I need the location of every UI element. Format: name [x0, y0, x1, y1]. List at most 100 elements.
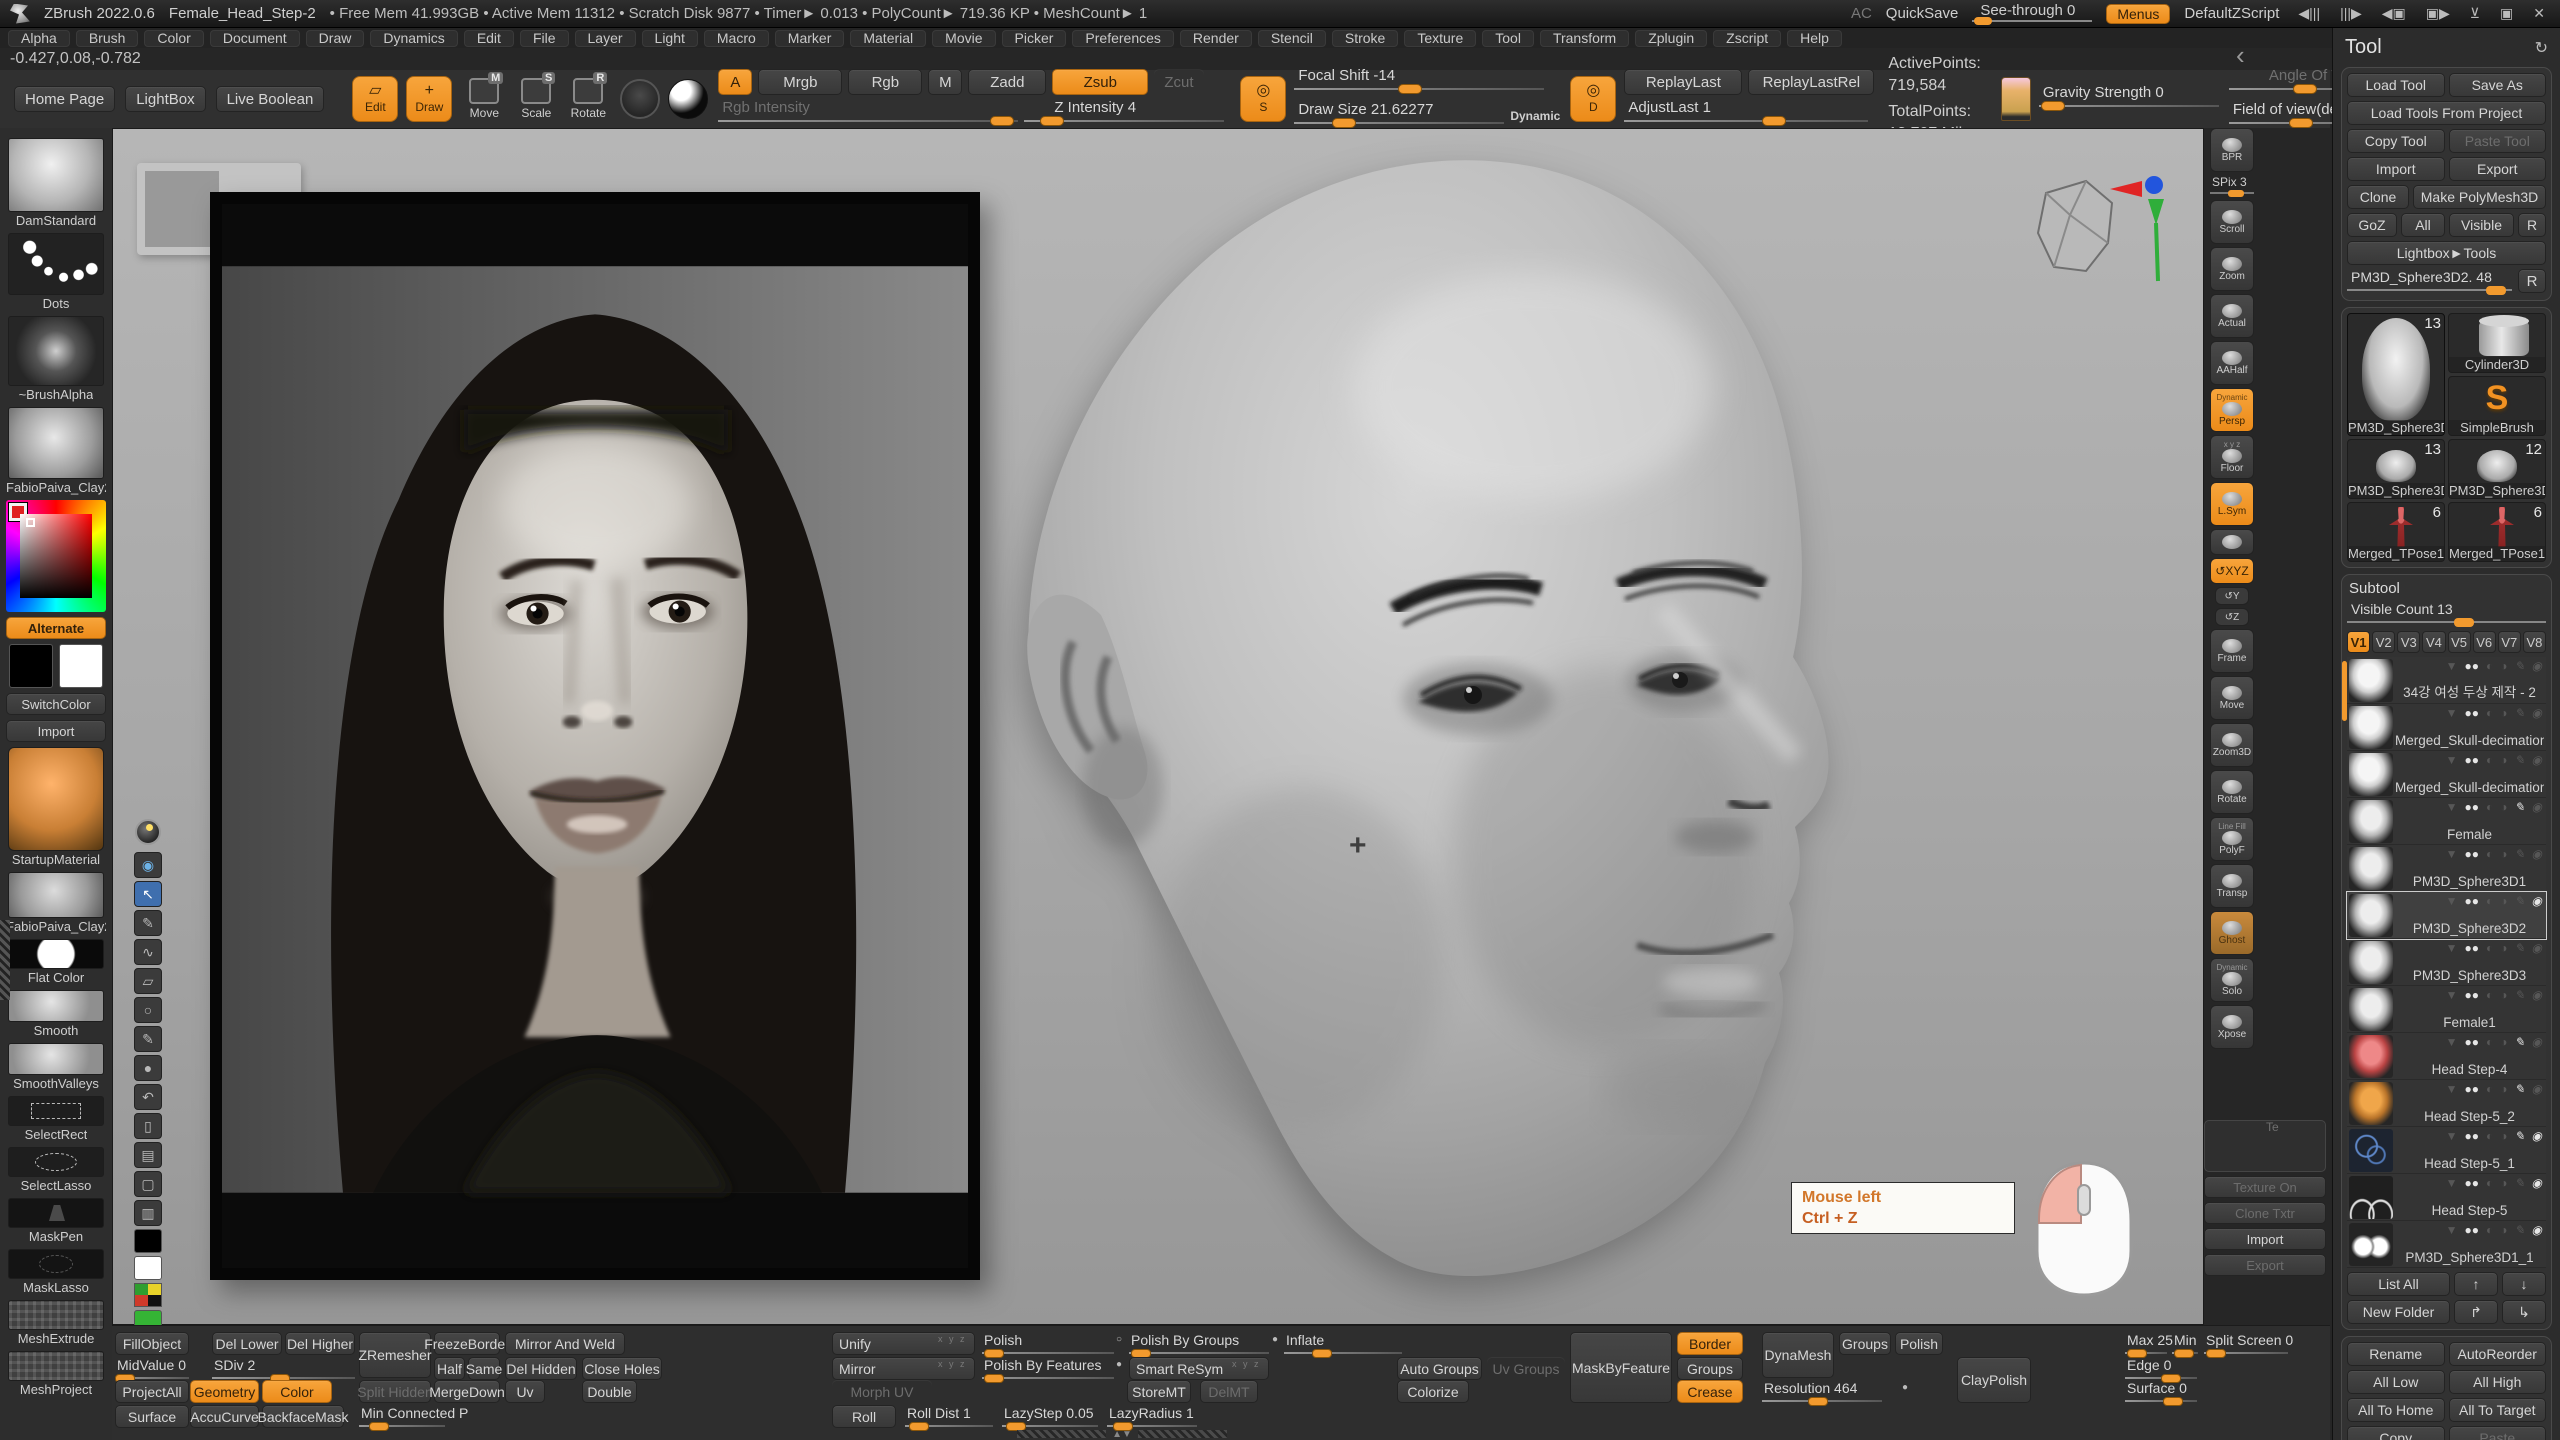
- float-tool-button[interactable]: ▤: [134, 1142, 162, 1168]
- menu-item[interactable]: Movie: [932, 30, 995, 47]
- subtool-row[interactable]: ▼ ●● ◐ ◑ ✎ ◉ Head Step-5: [2347, 1174, 2546, 1221]
- del-lower-button[interactable]: Del Lower: [212, 1332, 282, 1355]
- mini-palette[interactable]: [134, 1283, 162, 1307]
- edit-mode-button[interactable]: ▱Edit: [352, 76, 398, 122]
- stack-icon[interactable]: ▼: [2446, 1082, 2458, 1096]
- material-slot[interactable]: SelectRect: [6, 1096, 106, 1142]
- mirror-xyz-icons[interactable]: x y z: [938, 1359, 967, 1369]
- float-tool-button[interactable]: ↖: [134, 881, 162, 907]
- goz-r-button[interactable]: R: [2518, 213, 2546, 237]
- half-icon[interactable]: ◐: [2486, 659, 2493, 673]
- merge-down-button[interactable]: MergeDown: [434, 1380, 500, 1403]
- lazy-radius-slider[interactable]: LazyRadius 1: [1107, 1405, 1197, 1428]
- paste-tool-button[interactable]: Paste Tool: [2449, 129, 2547, 153]
- polypaint-icon[interactable]: ●●: [2464, 1082, 2479, 1096]
- layout-next-icon[interactable]: ▣▶: [2421, 5, 2455, 22]
- active-tool-slider[interactable]: PM3D_Sphere3D2. 48 R: [2347, 269, 2546, 295]
- rotate-y-button[interactable]: ↺Y: [2215, 587, 2249, 605]
- brush-toggle-icon[interactable]: ✎: [2514, 1176, 2524, 1190]
- subtool-row[interactable]: ▼ ●● ◐ ◑ ✎ ◉ PM3D_Sphere3D1: [2347, 845, 2546, 892]
- resolution-slider[interactable]: Resolution 464: [1762, 1380, 1882, 1403]
- half-button[interactable]: Half: [434, 1357, 465, 1380]
- crease-button[interactable]: Crease: [1677, 1380, 1743, 1403]
- project-all-button[interactable]: ProjectAll: [115, 1380, 189, 1403]
- copy-subtool-button[interactable]: Copy: [2347, 1426, 2445, 1440]
- brush-slot[interactable]: DamStandard: [6, 138, 106, 228]
- visible-count-slider[interactable]: Visible Count 13: [2347, 601, 2546, 627]
- subtool-row[interactable]: ▼ ●● ◐ ◑ ✎ ◉ Merged_Skull-decimation2: [2347, 704, 2546, 751]
- layout-prev-icon[interactable]: ◀▣: [2377, 5, 2411, 22]
- claypolish-button[interactable]: ClayPolish: [1957, 1357, 2031, 1403]
- texture-import-button[interactable]: Import: [2204, 1228, 2326, 1250]
- lightbox-tools-button[interactable]: Lightbox►Tools: [2347, 241, 2546, 265]
- shelf-scroll-strip[interactable]: ▲▼: [1017, 1429, 1227, 1439]
- min-slider[interactable]: Min: [2172, 1332, 2198, 1355]
- ghost-button[interactable]: Ghost: [2210, 911, 2254, 955]
- see-through-slider[interactable]: See-through 0: [1972, 4, 2092, 24]
- menu-item[interactable]: Layer: [575, 30, 636, 47]
- float-tool-button[interactable]: ▢: [134, 1171, 162, 1197]
- half2-icon[interactable]: ◑: [2500, 894, 2507, 908]
- version-tab[interactable]: V2: [2372, 631, 2395, 653]
- uv-groups-button[interactable]: Uv Groups: [1487, 1357, 1565, 1380]
- half-icon[interactable]: ◐: [2486, 847, 2493, 861]
- alternate-button[interactable]: Alternate: [6, 617, 106, 639]
- menu-item[interactable]: File: [520, 30, 569, 47]
- scroll-arrows-icon[interactable]: ▲▼: [1112, 1429, 1132, 1440]
- version-tab[interactable]: V1: [2347, 631, 2370, 653]
- bpr-button[interactable]: BPR: [2210, 128, 2254, 172]
- dock-right-icon[interactable]: |||▶: [2335, 5, 2367, 22]
- menu-item[interactable]: Picker: [1002, 30, 1067, 47]
- actual-button[interactable]: Actual: [2210, 294, 2254, 338]
- half-icon[interactable]: ◐: [2486, 1223, 2493, 1237]
- polypaint-icon[interactable]: ●●: [2464, 988, 2479, 1002]
- new-folder-button[interactable]: New Folder: [2347, 1300, 2450, 1324]
- clone-button[interactable]: Clone: [2347, 185, 2409, 209]
- menu-item[interactable]: Dynamics: [370, 30, 457, 47]
- brush-toggle-icon[interactable]: ✎: [2514, 659, 2524, 673]
- float-tool-button[interactable]: ↶: [134, 1084, 162, 1110]
- float-tool-button[interactable]: ▥: [134, 1200, 162, 1226]
- anchor-a-button[interactable]: A: [718, 69, 752, 95]
- half2-icon[interactable]: ◑: [2500, 847, 2507, 861]
- draw-mode-button[interactable]: +Draw: [406, 76, 452, 122]
- polypaint-icon[interactable]: ●●: [2464, 659, 2479, 673]
- groups-button[interactable]: Groups: [1677, 1357, 1743, 1380]
- del-hidden-button[interactable]: Del Hidden: [505, 1357, 577, 1380]
- import-color-button[interactable]: Import: [6, 720, 106, 742]
- menu-item[interactable]: Light: [642, 30, 698, 47]
- polypaint-icon[interactable]: ●●: [2464, 1223, 2479, 1237]
- half2-icon[interactable]: ◑: [2500, 1035, 2507, 1049]
- solo-button[interactable]: DynamicSolo: [2210, 958, 2254, 1002]
- subtool-row[interactable]: ▼ ●● ◐ ◑ ✎ ◉ Head Step-4: [2347, 1033, 2546, 1080]
- polypaint-icon[interactable]: ●●: [2464, 1176, 2479, 1190]
- freeze-border-button[interactable]: FreezeBorder: [434, 1332, 500, 1355]
- float-tool-button[interactable]: ∿: [134, 939, 162, 965]
- load-tools-from-project-button[interactable]: Load Tools From Project: [2347, 101, 2546, 125]
- menu-item[interactable]: Marker: [775, 30, 845, 47]
- min-connected-slider[interactable]: Min Connected P: [359, 1405, 445, 1428]
- menu-item[interactable]: Edit: [464, 30, 514, 47]
- spix-slider[interactable]: SPix 3: [2210, 175, 2254, 197]
- float-tool-button[interactable]: ✎: [134, 910, 162, 936]
- autoreorder-button[interactable]: AutoReorder: [2449, 1342, 2547, 1366]
- menu-item[interactable]: Preferences: [1072, 30, 1173, 47]
- unify-xyz-icons[interactable]: x y z: [938, 1334, 967, 1344]
- smart-resym-xyz-icons[interactable]: x y z: [1232, 1359, 1261, 1369]
- brush-toggle-icon[interactable]: ✎: [2514, 753, 2524, 767]
- document-canvas[interactable]: ◉↖✎∿▱○✎●↶▯▤▢▥ + Mouse left Ctrl + Z: [112, 128, 2204, 1325]
- half-icon[interactable]: ◐: [2486, 941, 2493, 955]
- subtool-row[interactable]: ▼ ●● ◐ ◑ ✎ ◉ Head Step-5_1: [2347, 1127, 2546, 1174]
- texture-slot[interactable]: [2204, 1120, 2326, 1172]
- sdiv-slider[interactable]: SDiv 2: [212, 1357, 355, 1380]
- store-mt-button[interactable]: StoreMT: [1127, 1380, 1191, 1403]
- live-boolean-button[interactable]: Live Boolean: [216, 86, 325, 112]
- subtool-row[interactable]: ▼ ●● ◐ ◑ ✎ ◉ Merged_Skull-decimation2_4: [2347, 751, 2546, 798]
- list-all-button[interactable]: List All: [2347, 1272, 2450, 1296]
- auto-groups-button[interactable]: Auto Groups: [1397, 1357, 1482, 1380]
- switch-color-button[interactable]: SwitchColor: [6, 693, 106, 715]
- subtool-up-button[interactable]: ↑: [2454, 1272, 2498, 1296]
- half2-icon[interactable]: ◑: [2500, 1223, 2507, 1237]
- material-slot[interactable]: SelectLasso: [6, 1147, 106, 1193]
- stroke-icon[interactable]: ◎S: [1240, 76, 1286, 122]
